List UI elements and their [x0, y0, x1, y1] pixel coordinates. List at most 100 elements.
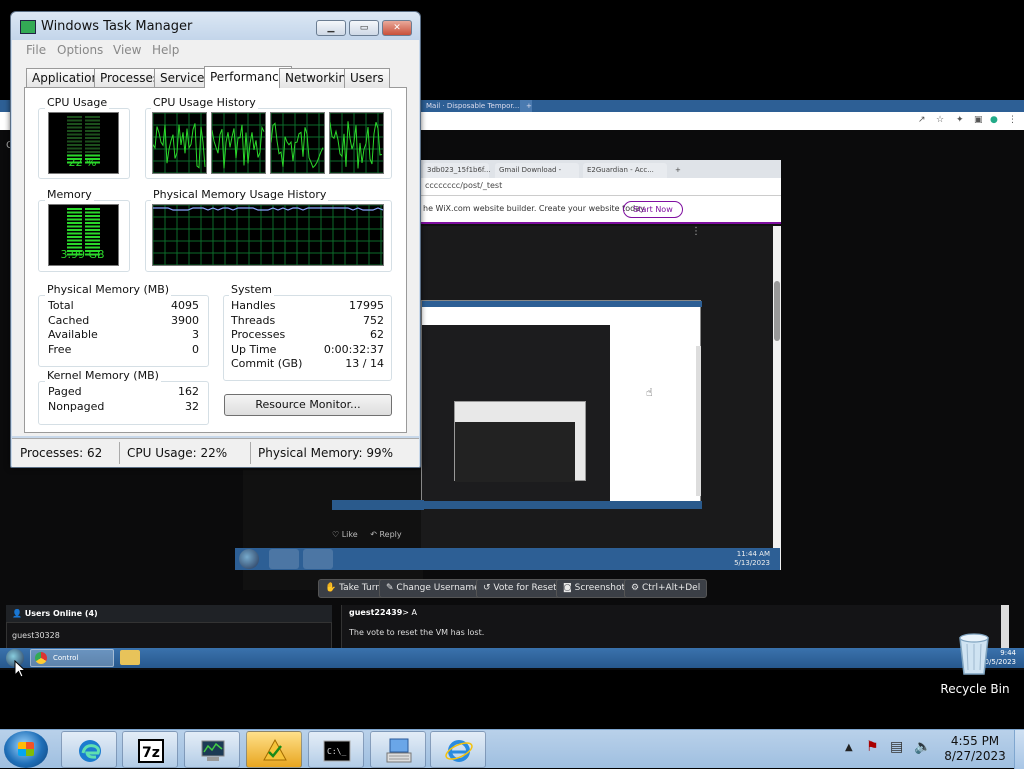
security-shield-icon	[263, 738, 287, 761]
meter-bar	[85, 126, 100, 129]
nested-taskbar-strip	[332, 500, 424, 510]
inner-scrollbar[interactable]	[773, 226, 781, 570]
inner-scroll-thumb[interactable]	[774, 281, 780, 341]
meter-bar	[67, 140, 82, 143]
nested-inner-screenshot	[454, 401, 586, 482]
folder-icon[interactable]	[120, 650, 140, 665]
inner-address-bar[interactable]: cccccccc/post/_test	[421, 178, 781, 196]
phys-available-value: 3	[192, 328, 199, 341]
vm-taskbar-chrome[interactable]: Control Collabora...	[30, 649, 114, 667]
taskbar-edge[interactable]	[61, 731, 117, 768]
chat-message-author: guest22439> A	[349, 608, 417, 617]
resource-monitor-button[interactable]: Resource Monitor...	[224, 394, 392, 416]
screenshot-button[interactable]: ◙ Screenshot	[556, 579, 632, 598]
vote-reset-button[interactable]: ↺ Vote for Reset	[476, 579, 564, 598]
menu-file[interactable]: File	[26, 43, 46, 57]
like-link[interactable]: Like	[342, 530, 358, 539]
chat-scrollbar[interactable]	[1001, 605, 1009, 650]
reply-link[interactable]: Reply	[379, 530, 401, 539]
system-processes-value: 62	[370, 328, 384, 341]
take-turn-button[interactable]: ✋ Take Turn	[318, 579, 388, 598]
menu-help[interactable]: Help	[152, 43, 179, 57]
maximize-button[interactable]: ▭	[349, 20, 379, 36]
meter-bar	[85, 243, 100, 245]
nested-taskbar	[422, 501, 702, 509]
inner-start-icon[interactable]	[239, 549, 259, 569]
title-bar[interactable]: Windows Task Manager ▁ ▭ ✕	[11, 12, 420, 40]
cpu-core-graph-3-svg	[270, 112, 324, 174]
inner-tab[interactable]: 3db023_15f1b6f...	[423, 163, 491, 178]
cpu-core-graph-4-svg	[329, 112, 383, 174]
more-options-icon[interactable]: ⋮	[691, 226, 701, 237]
heart-icon[interactable]: ♡	[332, 530, 339, 539]
meter-bar	[67, 218, 82, 221]
task-manager-icon	[20, 20, 36, 34]
meter-bar	[67, 215, 82, 217]
start-now-button[interactable]: Start Now	[623, 201, 683, 218]
change-username-button[interactable]: ✎ Change Username	[379, 579, 487, 598]
chrome-icon[interactable]	[303, 549, 333, 569]
folder-icon[interactable]	[269, 549, 299, 569]
menu-icon[interactable]: ⋮	[1008, 115, 1017, 125]
inner-tab[interactable]: Gmail Download -	[495, 163, 579, 178]
meter-bar	[67, 116, 82, 118]
memory-history-svg	[152, 204, 384, 266]
network-icon[interactable]: ▤	[890, 739, 903, 755]
cpu-usage-label: CPU Usage	[45, 96, 110, 109]
cpu-usage-value: 22 %	[68, 156, 97, 169]
taskbar-clock[interactable]: 4:55 PM 8/27/2023	[940, 734, 1010, 764]
extensions-icon[interactable]: ✦	[956, 115, 964, 125]
meter-bar	[67, 151, 82, 153]
meter-bar	[85, 208, 100, 210]
meter-bar	[67, 211, 82, 214]
cpu-core-graph-4	[329, 112, 384, 174]
meter-bar	[67, 130, 82, 132]
cpu-history-label: CPU Usage History	[151, 96, 258, 109]
show-hidden-icons[interactable]: ▲	[845, 742, 853, 753]
taskbar-remote-desktop[interactable]	[184, 731, 240, 768]
ctrl-alt-del-button[interactable]: ⚙ Ctrl+Alt+Del	[624, 579, 708, 598]
recycle-bin-icon[interactable]	[956, 630, 992, 676]
taskbar-cmd[interactable]: C:\_	[308, 731, 364, 768]
meter-bar	[85, 239, 100, 242]
minimize-button[interactable]: ▁	[316, 20, 346, 36]
memory-history-label: Physical Memory Usage History	[151, 188, 329, 201]
taskbar-osk[interactable]	[370, 731, 426, 768]
ctrl-alt-del-label: Ctrl+Alt+Del	[641, 583, 701, 593]
vm-browser-tab[interactable]: Mail · Disposable Tempor...	[420, 100, 525, 112]
new-tab-icon[interactable]: +	[520, 100, 532, 112]
reply-icon[interactable]: ↶	[370, 530, 377, 539]
taskbar-security[interactable]	[246, 731, 302, 768]
remote-desktop-icon	[201, 740, 225, 761]
firefox-icon[interactable]	[335, 549, 365, 569]
system-uptime-label: Up Time	[231, 343, 277, 356]
kernel-nonpaged-value: 32	[185, 400, 199, 413]
meter-bar	[85, 133, 100, 136]
menu-view[interactable]: View	[113, 43, 141, 57]
menu-options[interactable]: Options	[57, 43, 103, 57]
share-icon[interactable]: ↗	[918, 115, 926, 125]
meter-bar	[85, 236, 100, 238]
internet-explorer-icon	[445, 740, 473, 762]
action-center-icon[interactable]: ⚑	[866, 739, 879, 755]
system-title: System	[229, 283, 275, 296]
volume-muted-icon[interactable]: 🔈	[914, 739, 931, 755]
profile-icon[interactable]: ●	[990, 115, 998, 125]
star-icon[interactable]: ☆	[936, 115, 944, 125]
taskbar-ie[interactable]	[430, 731, 486, 768]
tab-users[interactable]: Users	[344, 68, 390, 88]
close-button[interactable]: ✕	[382, 20, 412, 36]
system-commit-label: Commit (GB)	[231, 357, 303, 370]
clock-time: 4:55 PM	[950, 734, 1000, 748]
meter-bar	[85, 222, 100, 224]
start-button[interactable]	[4, 731, 48, 768]
inner-tab[interactable]: E2Guardian - Acc...	[583, 163, 667, 178]
show-desktop-button[interactable]	[1014, 730, 1024, 769]
new-tab-icon[interactable]: +	[671, 163, 683, 178]
inner-tabbar: 3db023_15f1b6f... Gmail Download - E2Gua…	[421, 160, 781, 178]
system-handles-label: Handles	[231, 299, 276, 312]
user-list-item[interactable]: guest30328	[12, 631, 60, 640]
memory-history-line	[153, 207, 384, 211]
sidebar-icon[interactable]: ▣	[974, 115, 983, 125]
taskbar-7zip[interactable]: 7z	[122, 731, 178, 768]
